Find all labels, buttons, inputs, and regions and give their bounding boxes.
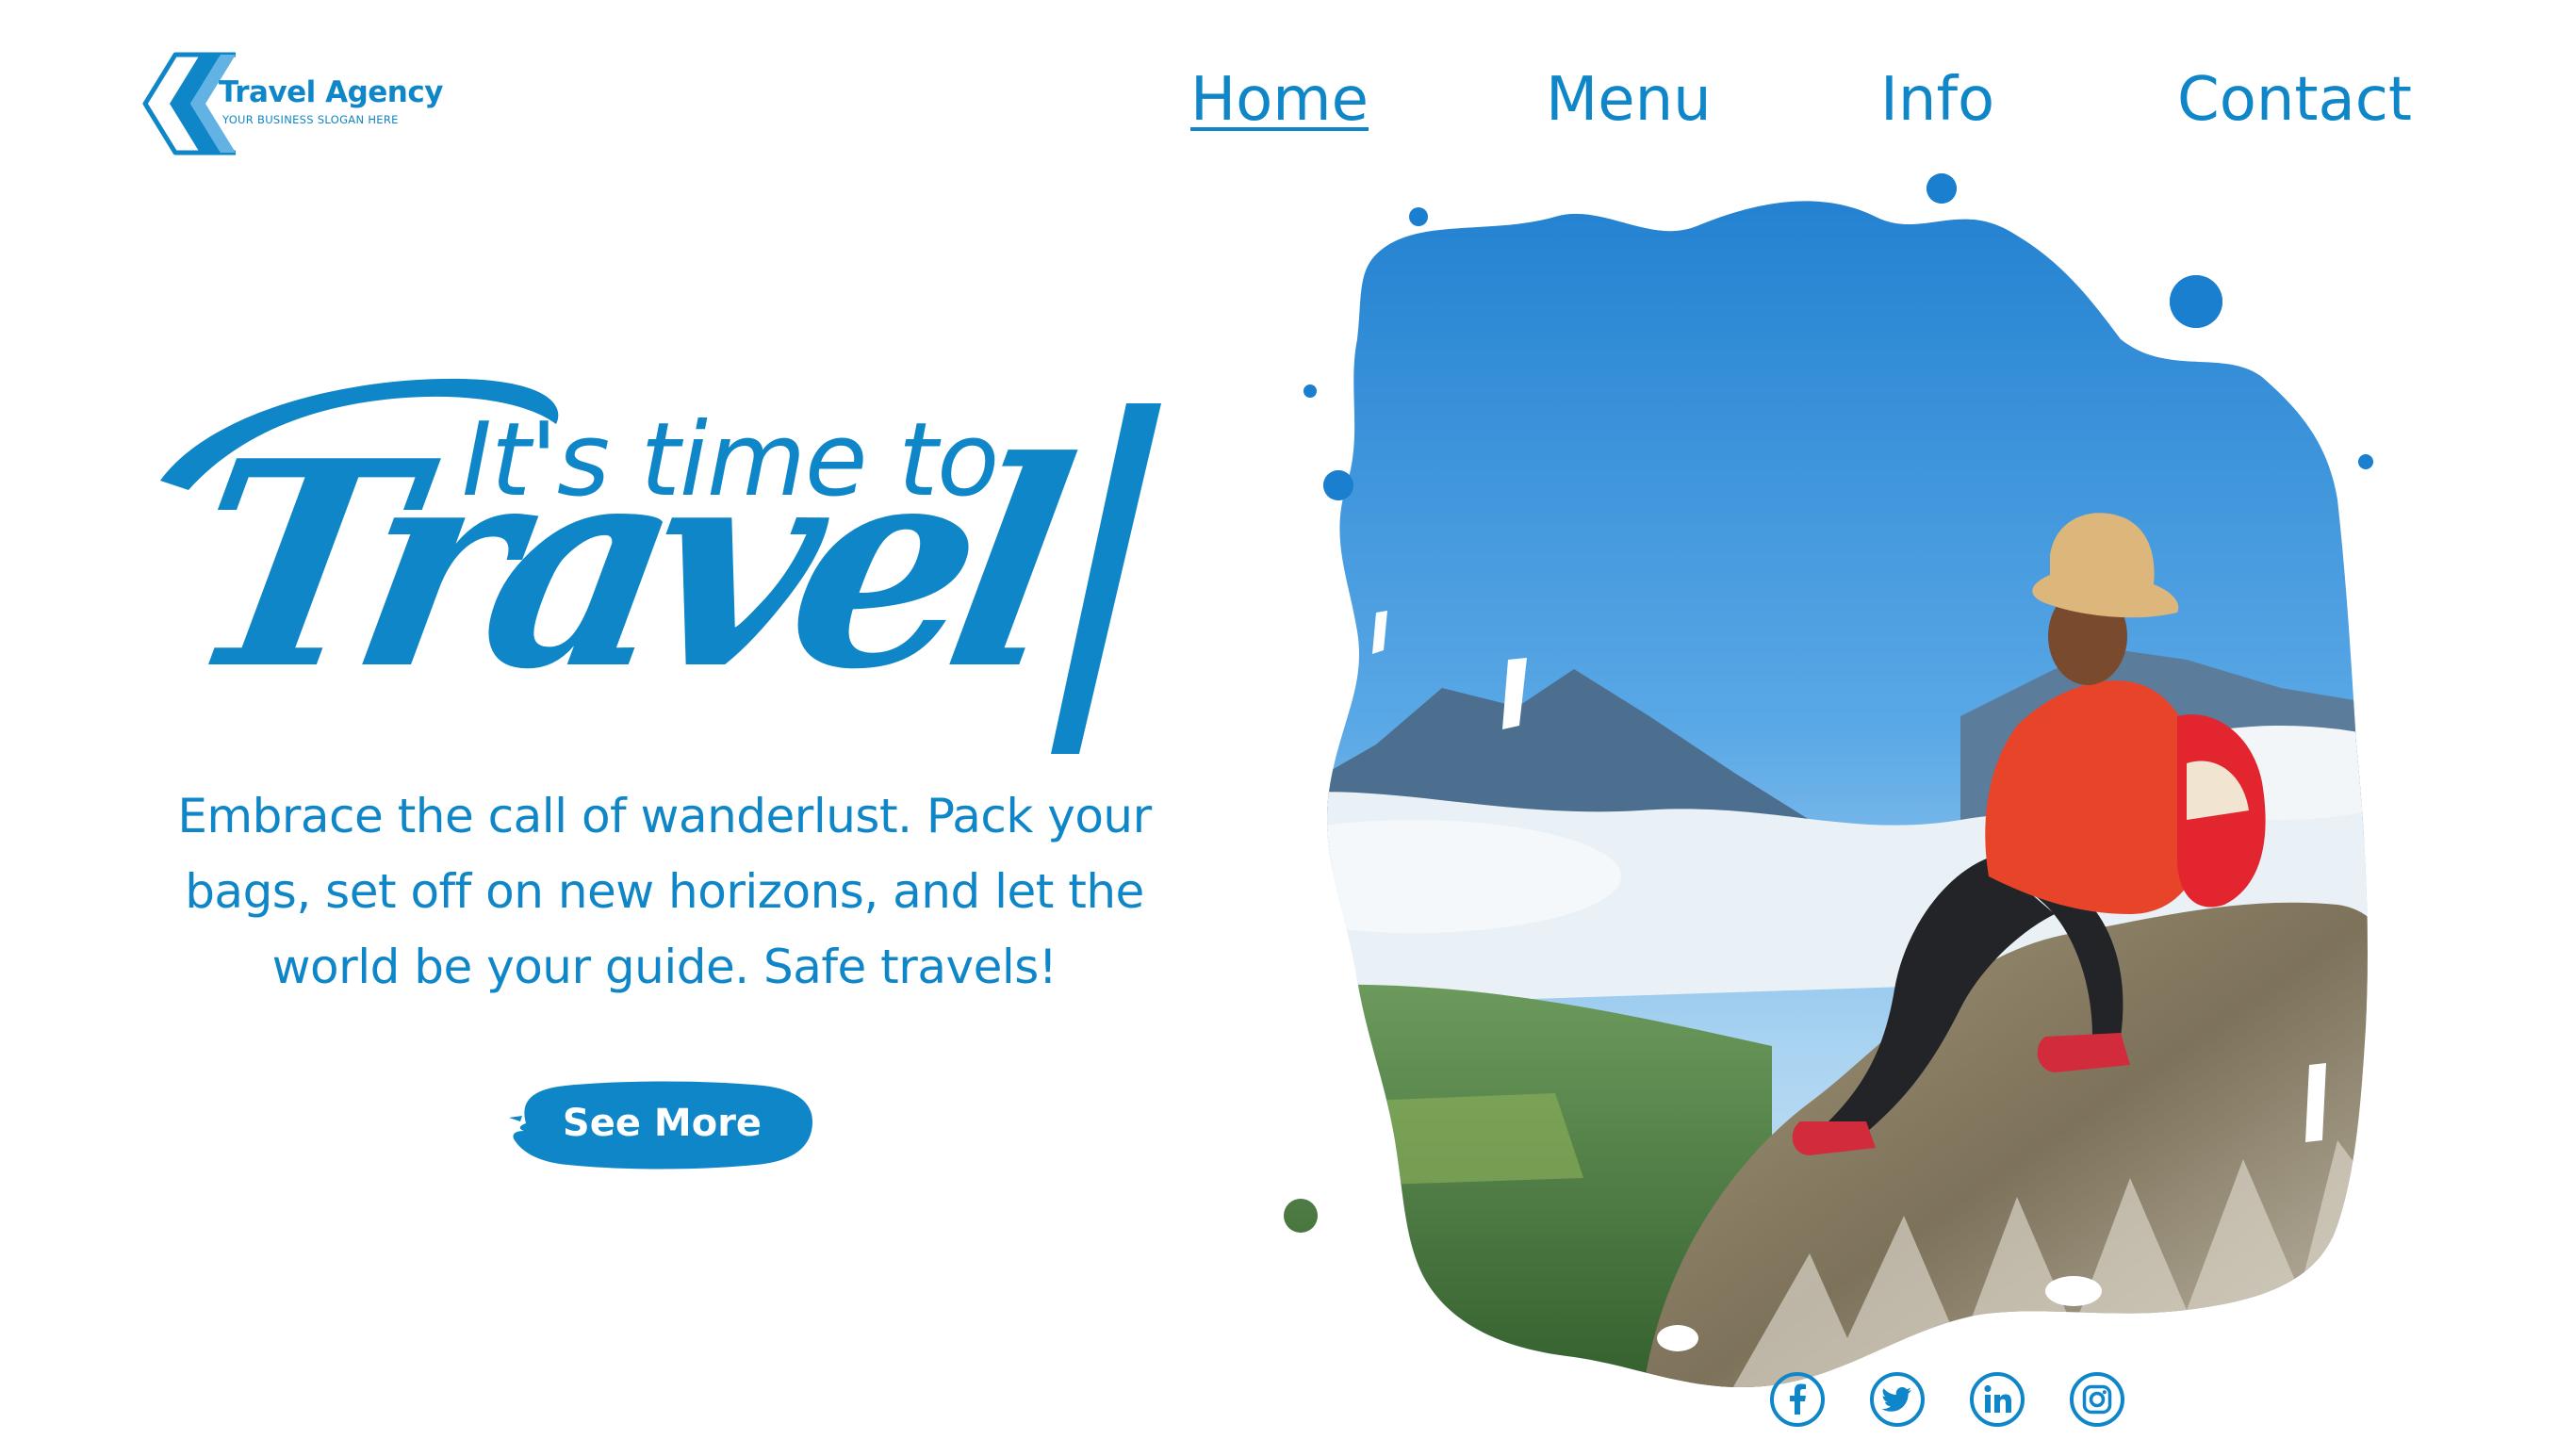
instagram-icon[interactable]: [2069, 1371, 2125, 1428]
facebook-icon[interactable]: [1769, 1371, 1826, 1428]
nav-item-info[interactable]: Info: [1880, 62, 1994, 138]
hiker-on-mountain-rock-photo: [1284, 173, 2373, 1388]
nav-item-home[interactable]: Home: [1190, 62, 1369, 138]
hero-description: Embrace the call of wanderlust. Pack you…: [132, 778, 1197, 1005]
hero-description-line: Embrace the call of wanderlust. Pack you…: [177, 789, 1152, 843]
nav-item-menu[interactable]: Menu: [1546, 62, 1712, 138]
landing-page: Travel Agency YOUR BUSINESS SLOGAN HERE …: [0, 0, 2558, 1456]
twitter-icon[interactable]: [1869, 1371, 1926, 1428]
hero-description-line: world be your guide. Safe travels!: [271, 940, 1058, 994]
hero-headline: Travel It's time to: [151, 358, 1188, 763]
hero-description-line: bags, set off on new horizons, and let t…: [185, 864, 1144, 919]
headline-its-time-to: It's time to: [462, 401, 999, 519]
social-links: [0, 1371, 2558, 1437]
nav-item-contact[interactable]: Contact: [2177, 62, 2412, 138]
main-navigation: Home Menu Info Contact: [0, 62, 2558, 138]
linkedin-icon[interactable]: [1969, 1371, 2025, 1428]
see-more-button[interactable]: See More: [509, 1074, 815, 1173]
see-more-label: See More: [562, 1102, 762, 1145]
